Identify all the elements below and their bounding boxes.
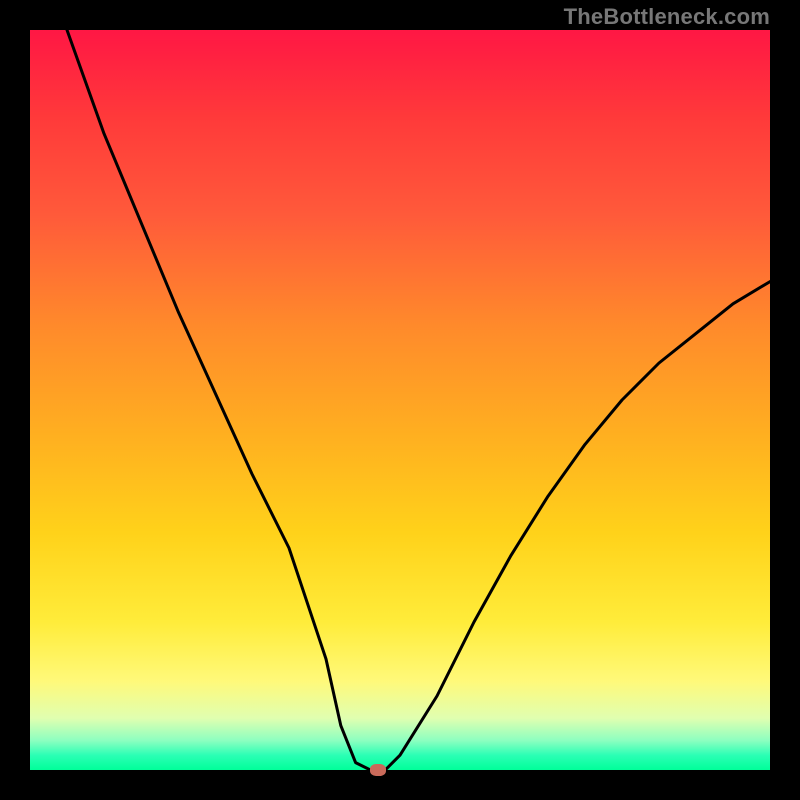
optimum-marker <box>370 764 386 776</box>
chart-frame: TheBottleneck.com <box>0 0 800 800</box>
plot-area <box>30 30 770 770</box>
watermark-label: TheBottleneck.com <box>564 4 770 30</box>
bottleneck-curve-path <box>67 30 770 770</box>
curve-svg <box>30 30 770 770</box>
